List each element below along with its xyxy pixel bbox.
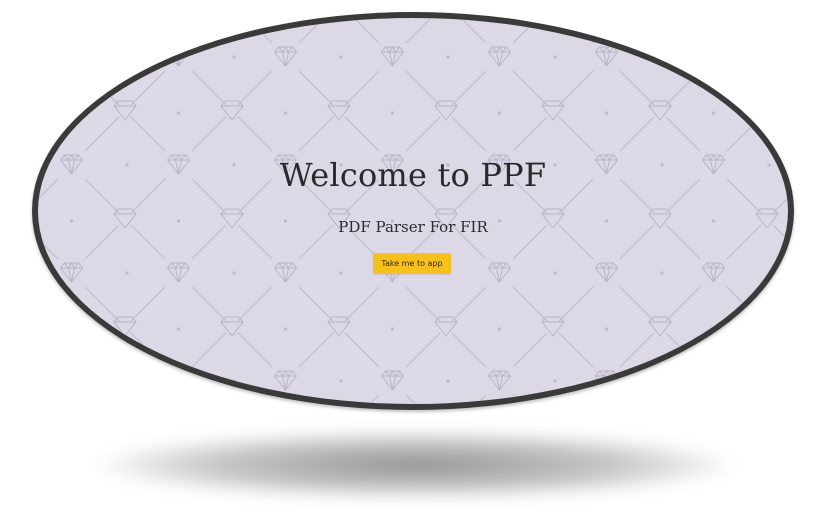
page-title: Welcome to PPF [279,156,547,194]
hero-content: Welcome to PPF PDF Parser For FIR Take m… [38,18,788,404]
page-subtitle: PDF Parser For FIR [338,218,488,236]
take-me-to-app-button[interactable]: Take me to app [373,253,451,274]
landing-stage: Welcome to PPF PDF Parser For FIR Take m… [0,0,817,513]
floor-shadow [95,430,735,500]
hero-ellipse: Welcome to PPF PDF Parser For FIR Take m… [32,12,794,410]
